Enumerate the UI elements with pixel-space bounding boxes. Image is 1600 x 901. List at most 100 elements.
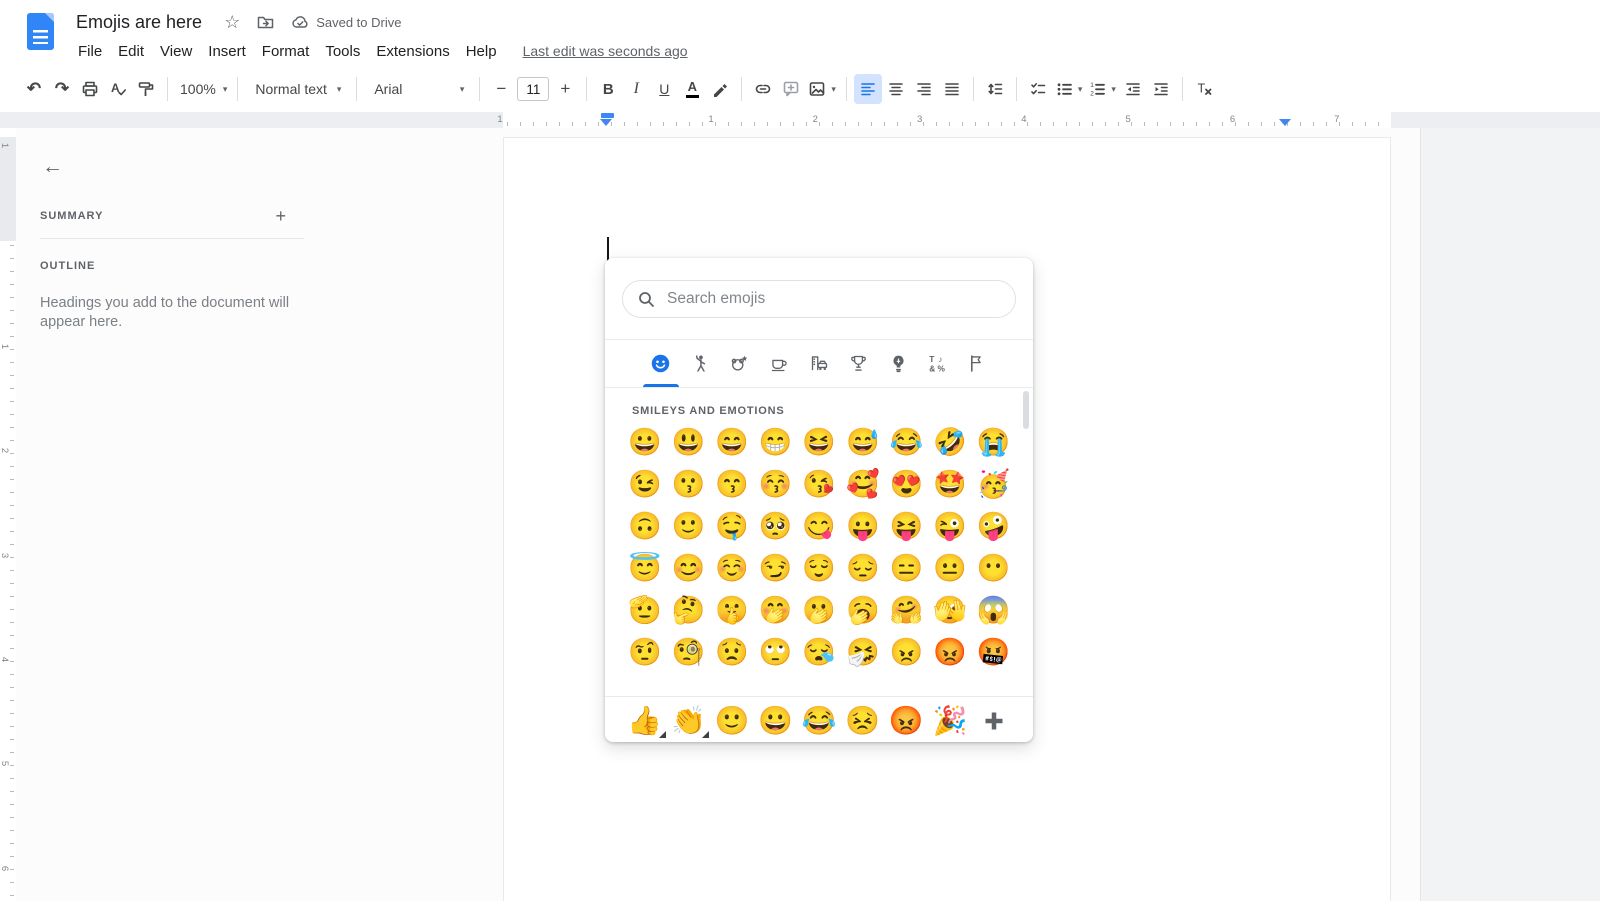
styles-dropdown[interactable]: Normal text▾: [245, 74, 349, 104]
back-arrow-icon[interactable]: ←: [36, 154, 69, 180]
frequent-emoji-face-tears-of-joy[interactable]: 😂: [797, 707, 841, 735]
emoji-face-with-rolling-eyes[interactable]: 🙄: [754, 631, 798, 673]
menu-item-edit[interactable]: Edit: [110, 40, 152, 63]
emoji-face-with-raised-eyebrow[interactable]: 🤨: [623, 631, 667, 673]
emoji-drooling-face[interactable]: 🤤: [710, 505, 754, 547]
tab-travel-and-places[interactable]: [799, 340, 839, 387]
increase-font-size-button[interactable]: +: [551, 74, 579, 104]
bold-button[interactable]: B: [594, 74, 622, 104]
emoji-search-input[interactable]: [665, 289, 1001, 309]
frequent-emoji-pouting-face[interactable]: 😡: [885, 707, 929, 735]
decrease-font-size-button[interactable]: −: [487, 74, 515, 104]
emoji-thinking-face[interactable]: 🤔: [667, 589, 711, 631]
frequent-emoji-persevering-face[interactable]: 😣: [841, 707, 885, 735]
horizontal-ruler[interactable]: 11234567: [0, 112, 1600, 128]
left-indent-marker[interactable]: [600, 119, 612, 126]
emoji-face-screaming-in-fear[interactable]: 😱: [972, 589, 1016, 631]
emoji-partying-face[interactable]: 🥳: [972, 463, 1016, 505]
tab-flags[interactable]: [958, 340, 998, 387]
emoji-shushing-face[interactable]: 🤫: [710, 589, 754, 631]
emoji-winking-face[interactable]: 😉: [623, 463, 667, 505]
emoji-smiling-face-halo[interactable]: 😇: [623, 547, 667, 589]
font-dropdown[interactable]: Arial▾: [364, 74, 472, 104]
emoji-grinning-squinting-face[interactable]: 😆: [797, 421, 841, 463]
emoji-heart-eyes[interactable]: 😍: [885, 463, 929, 505]
menu-item-view[interactable]: View: [152, 40, 200, 63]
redo-button[interactable]: ↷: [48, 74, 76, 104]
emoji-neutral-face[interactable]: 😐: [928, 547, 972, 589]
emoji-loudly-crying-face[interactable]: 😭: [972, 421, 1016, 463]
tab-animals-and-nature[interactable]: [720, 340, 760, 387]
emoji-saluting-face[interactable]: 🫡: [623, 589, 667, 631]
emoji-scroll-area[interactable]: SMILEYS AND EMOTIONS 😀😃😄😁😆😅😂🤣😭😉😗😙😚😘🥰😍🤩🥳🙃…: [605, 388, 1033, 696]
decrease-indent-button[interactable]: [1119, 74, 1147, 104]
tab-smileys-and-emotions[interactable]: [641, 340, 681, 387]
move-folder-icon[interactable]: [256, 13, 275, 32]
menu-item-tools[interactable]: Tools: [317, 40, 368, 63]
first-line-indent-marker[interactable]: [601, 113, 614, 118]
align-left-button[interactable]: [854, 74, 882, 104]
clear-formatting-button[interactable]: T: [1190, 74, 1218, 104]
tab-activities-and-events[interactable]: [839, 340, 879, 387]
menu-item-format[interactable]: Format: [254, 40, 318, 63]
emoji-squinting-face-tongue[interactable]: 😝: [885, 505, 929, 547]
text-color-button[interactable]: A: [678, 74, 706, 104]
emoji-pouting-face[interactable]: 😡: [928, 631, 972, 673]
italic-button[interactable]: I: [622, 74, 650, 104]
checklist-button[interactable]: [1024, 74, 1052, 104]
tab-objects[interactable]: [878, 340, 918, 387]
emoji-smiling-face[interactable]: ☺️: [710, 547, 754, 589]
insert-link-button[interactable]: [749, 74, 777, 104]
star-icon[interactable]: ☆: [224, 13, 240, 31]
undo-button[interactable]: ↶: [20, 74, 48, 104]
emoji-expressionless-face[interactable]: 😑: [885, 547, 929, 589]
tab-symbols[interactable]: T♪&%: [918, 340, 958, 387]
emoji-grinning-face-sweat[interactable]: 😅: [841, 421, 885, 463]
paint-format-button[interactable]: [132, 74, 160, 104]
spellcheck-button[interactable]: A: [104, 74, 132, 104]
tab-people[interactable]: [681, 340, 721, 387]
print-button[interactable]: [76, 74, 104, 104]
emoji-face-tears-of-joy[interactable]: 😂: [885, 421, 929, 463]
emoji-face-with-tongue[interactable]: 😛: [841, 505, 885, 547]
emoji-sleepy-face[interactable]: 😪: [797, 631, 841, 673]
vertical-ruler[interactable]: 1123456: [0, 128, 16, 901]
add-comment-button[interactable]: [777, 74, 805, 104]
add-emoji-button[interactable]: [972, 708, 1016, 734]
menu-item-help[interactable]: Help: [458, 40, 505, 63]
docs-logo[interactable]: [27, 13, 54, 50]
emoji-face-savoring-food[interactable]: 😋: [797, 505, 841, 547]
doc-title[interactable]: Emojis are here: [76, 12, 202, 33]
frequent-emoji-slightly-smiling-face[interactable]: 🙂: [710, 707, 754, 735]
align-justify-button[interactable]: [938, 74, 966, 104]
emoji-smiling-face-hearts[interactable]: 🥰: [841, 463, 885, 505]
insert-image-button[interactable]: ▾: [805, 74, 839, 104]
emoji-search[interactable]: [622, 280, 1016, 318]
emoji-kissing-face[interactable]: 😗: [667, 463, 711, 505]
emoji-face-with-monocle[interactable]: 🧐: [667, 631, 711, 673]
line-spacing-button[interactable]: [981, 74, 1009, 104]
emoji-kissing-face-smiling-eyes[interactable]: 😙: [710, 463, 754, 505]
emoji-beaming-face[interactable]: 😁: [754, 421, 798, 463]
emoji-star-struck[interactable]: 🤩: [928, 463, 972, 505]
emoji-slightly-smiling-face[interactable]: 🙂: [667, 505, 711, 547]
zoom-dropdown[interactable]: 100%▾: [175, 74, 230, 104]
increase-indent-button[interactable]: [1147, 74, 1175, 104]
emoji-pleading-face[interactable]: 🥺: [754, 505, 798, 547]
emoji-yawning-face[interactable]: 🥱: [841, 589, 885, 631]
menu-item-extensions[interactable]: Extensions: [368, 40, 457, 63]
emoji-upside-down-face[interactable]: 🙃: [623, 505, 667, 547]
emoji-hugging-face[interactable]: 🤗: [885, 589, 929, 631]
emoji-face-without-mouth[interactable]: 😶: [972, 547, 1016, 589]
emoji-worried-face[interactable]: 😟: [710, 631, 754, 673]
emoji-smirking-face[interactable]: 😏: [754, 547, 798, 589]
emoji-face-with-open-eyes-hand-over-mouth[interactable]: 🫢: [797, 589, 841, 631]
font-size-input[interactable]: 11: [517, 77, 549, 101]
emoji-zany-face[interactable]: 🤪: [972, 505, 1016, 547]
emoji-winking-face-tongue[interactable]: 😜: [928, 505, 972, 547]
last-edit-link[interactable]: Last edit was seconds ago: [523, 43, 688, 59]
tab-food-and-drink[interactable]: [760, 340, 800, 387]
emoji-relieved-face[interactable]: 😌: [797, 547, 841, 589]
emoji-sneezing-face[interactable]: 🤧: [841, 631, 885, 673]
frequent-emoji-thumbs-up[interactable]: 👍: [623, 707, 667, 735]
